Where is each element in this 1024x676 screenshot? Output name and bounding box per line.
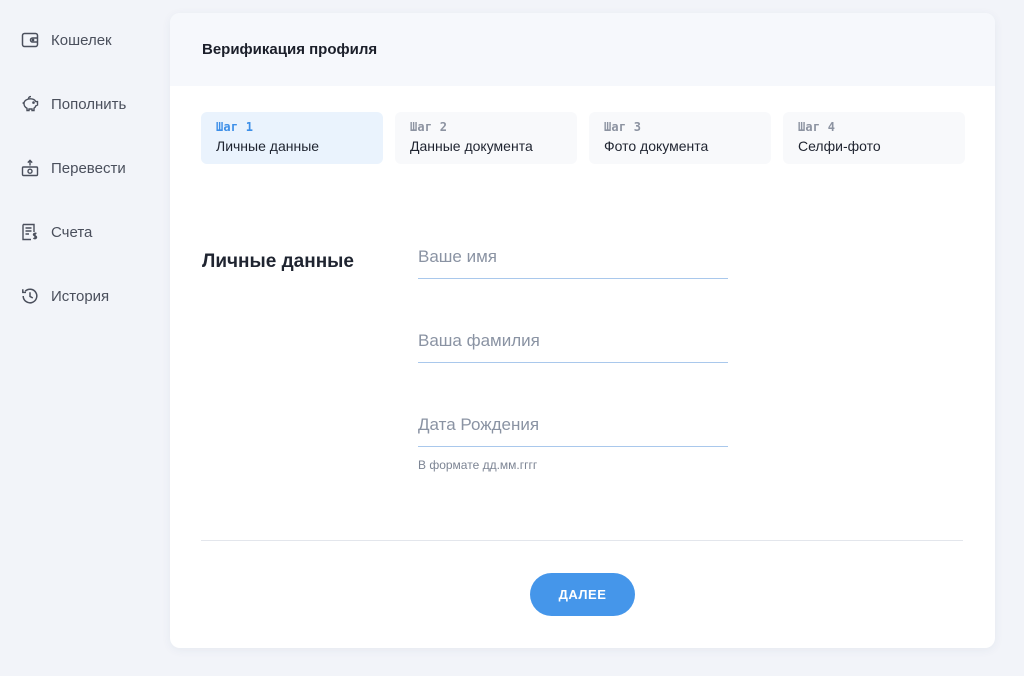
sidebar-item-label: Пополнить bbox=[51, 95, 127, 113]
first-name-input[interactable] bbox=[418, 241, 728, 279]
sidebar: Кошелек Пополнить Перевести Счета Истори… bbox=[0, 0, 165, 676]
step-tab-4[interactable]: Шаг 4 Селфи-фото bbox=[783, 112, 965, 164]
last-name-input[interactable] bbox=[418, 325, 728, 363]
step-name: Фото документа bbox=[604, 138, 709, 154]
sidebar-item-label: История bbox=[51, 287, 110, 305]
birth-date-field: В формате дд.мм.гггг bbox=[418, 409, 728, 472]
first-name-field bbox=[418, 241, 728, 279]
sidebar-item-label: Счета bbox=[51, 223, 93, 241]
step-number: Шаг 1 bbox=[216, 120, 254, 134]
sidebar-item-wallet[interactable]: Кошелек bbox=[20, 28, 112, 52]
sidebar-item-transfer[interactable]: Перевести bbox=[20, 156, 126, 180]
wallet-icon bbox=[20, 30, 40, 50]
app-root: Кошелек Пополнить Перевести Счета Истори… bbox=[0, 0, 1024, 676]
step-number: Шаг 2 bbox=[410, 120, 448, 134]
sidebar-item-label: Перевести bbox=[51, 159, 126, 177]
piggy-bank-icon bbox=[20, 94, 40, 114]
step-number: Шаг 3 bbox=[604, 120, 642, 134]
page-title: Верификация профиля bbox=[202, 41, 378, 58]
verification-card: Верификация профиля Шаг 1 Личные данные … bbox=[170, 13, 995, 648]
sidebar-item-history[interactable]: История bbox=[20, 284, 109, 308]
money-transfer-icon bbox=[20, 158, 40, 178]
step-name: Селфи-фото bbox=[798, 138, 881, 154]
step-tabs: Шаг 1 Личные данные Шаг 2 Данные докумен… bbox=[201, 112, 965, 164]
step-name: Личные данные bbox=[216, 138, 320, 154]
step-number: Шаг 4 bbox=[798, 120, 836, 134]
step-tab-3[interactable]: Шаг 3 Фото документа bbox=[589, 112, 771, 164]
next-button[interactable]: ДАЛЕЕ bbox=[530, 573, 635, 616]
divider bbox=[201, 540, 963, 541]
last-name-field bbox=[418, 325, 728, 363]
section-title: Личные данные bbox=[202, 251, 354, 272]
sidebar-item-invoices[interactable]: Счета bbox=[20, 220, 92, 244]
sidebar-item-topup[interactable]: Пополнить bbox=[20, 92, 126, 116]
step-tab-1[interactable]: Шаг 1 Личные данные bbox=[201, 112, 383, 164]
card-header: Верификация профиля bbox=[170, 13, 995, 86]
step-name: Данные документа bbox=[410, 138, 533, 154]
invoice-icon bbox=[20, 222, 40, 242]
birth-date-hint: В формате дд.мм.гггг bbox=[418, 458, 538, 472]
birth-date-input[interactable] bbox=[418, 409, 728, 447]
sidebar-item-label: Кошелек bbox=[51, 31, 112, 49]
step-tab-2[interactable]: Шаг 2 Данные документа bbox=[395, 112, 577, 164]
history-icon bbox=[20, 286, 40, 306]
